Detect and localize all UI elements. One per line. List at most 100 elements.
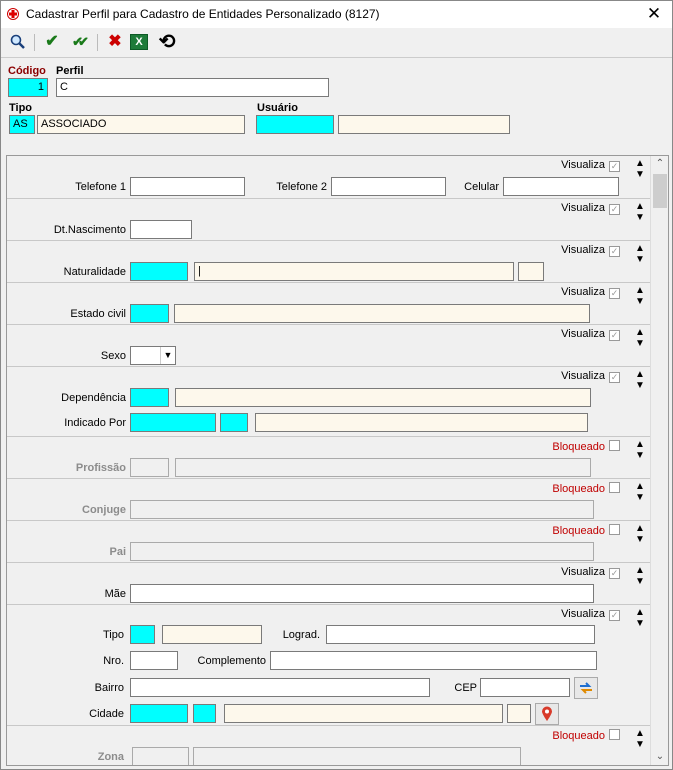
order-arrows[interactable]: ▲ ▼ <box>634 243 646 277</box>
naturalidade-code-field[interactable] <box>130 262 188 281</box>
naturalidade-desc-field[interactable]: | <box>194 262 514 281</box>
celular-field[interactable] <box>503 177 619 196</box>
cancel-icon[interactable]: ✖ <box>104 31 126 53</box>
arrow-down-icon[interactable]: ▼ <box>634 492 646 503</box>
order-arrows[interactable]: ▲ ▼ <box>634 565 646 599</box>
search-icon[interactable] <box>7 31 29 53</box>
bloqueado-toggle[interactable]: Bloqueado <box>552 482 620 495</box>
order-arrows[interactable]: ▲ ▼ <box>634 439 646 473</box>
bloqueado-toggle[interactable]: Bloqueado <box>552 729 620 742</box>
chevron-down-icon[interactable]: ▼ <box>160 347 175 364</box>
arrow-up-icon[interactable]: ▲ <box>634 523 646 534</box>
arrow-up-icon[interactable]: ▲ <box>634 439 646 450</box>
visualiza-checkbox[interactable]: ✓ <box>609 330 620 341</box>
arrow-down-icon[interactable]: ▼ <box>634 380 646 391</box>
confirm-all-icon[interactable]: ✔✔ <box>65 31 91 53</box>
order-arrows[interactable]: ▲ ▼ <box>634 523 646 557</box>
arrow-down-icon[interactable]: ▼ <box>634 338 646 349</box>
visualiza-toggle[interactable]: Visualiza ✓ <box>561 566 620 579</box>
usuario-code-field[interactable] <box>256 115 334 134</box>
arrow-down-icon[interactable]: ▼ <box>634 169 646 180</box>
bloqueado-checkbox[interactable] <box>609 440 620 451</box>
tipo-logradouro-code-field[interactable] <box>130 625 155 644</box>
order-arrows[interactable]: ▲ ▼ <box>634 369 646 403</box>
order-arrows[interactable]: ▲ ▼ <box>634 285 646 319</box>
visualiza-checkbox[interactable]: ✓ <box>609 204 620 215</box>
bairro-field[interactable] <box>130 678 430 697</box>
visualiza-toggle[interactable]: Visualiza ✓ <box>561 608 620 621</box>
visualiza-toggle[interactable]: Visualiza ✓ <box>561 202 620 215</box>
dt-nascimento-field[interactable] <box>130 220 192 239</box>
arrow-down-icon[interactable]: ▼ <box>634 739 646 750</box>
perfil-field[interactable]: C <box>56 78 329 97</box>
mae-field[interactable] <box>130 584 594 603</box>
sexo-select[interactable]: ▼ <box>130 346 176 365</box>
numero-field[interactable] <box>130 651 178 670</box>
order-arrows[interactable]: ▲ ▼ <box>634 158 646 192</box>
arrow-up-icon[interactable]: ▲ <box>634 369 646 380</box>
tipo-logradouro-label: Tipo <box>103 629 124 641</box>
arrow-up-icon[interactable]: ▲ <box>634 565 646 576</box>
visualiza-toggle[interactable]: Visualiza ✓ <box>561 244 620 257</box>
visualiza-checkbox[interactable]: ✓ <box>609 246 620 257</box>
visualiza-toggle[interactable]: Visualiza ✓ <box>561 159 620 172</box>
dependencia-code-field[interactable] <box>130 388 169 407</box>
visualiza-checkbox[interactable]: ✓ <box>609 610 620 621</box>
indicado-por-code-field[interactable] <box>130 413 216 432</box>
history-icon[interactable]: ⟲ <box>156 31 178 53</box>
visualiza-checkbox[interactable]: ✓ <box>609 288 620 299</box>
cep-field[interactable] <box>480 678 570 697</box>
scroll-up-icon[interactable]: ⌃ <box>651 156 668 172</box>
visualiza-checkbox[interactable]: ✓ <box>609 568 620 579</box>
scrollbar-thumb[interactable] <box>653 174 667 208</box>
visualiza-checkbox[interactable]: ✓ <box>609 372 620 383</box>
close-button[interactable]: ✕ <box>644 4 664 24</box>
logradouro-field[interactable] <box>326 625 595 644</box>
telefone2-field[interactable] <box>331 177 446 196</box>
scroll-down-icon[interactable]: ⌄ <box>651 749 668 765</box>
arrow-up-icon[interactable]: ▲ <box>634 481 646 492</box>
arrow-down-icon[interactable]: ▼ <box>634 212 646 223</box>
bloqueado-checkbox[interactable] <box>609 524 620 535</box>
conjuge-label: Conjuge <box>82 504 126 516</box>
arrow-down-icon[interactable]: ▼ <box>634 576 646 587</box>
bloqueado-checkbox[interactable] <box>609 482 620 493</box>
arrow-up-icon[interactable]: ▲ <box>634 728 646 739</box>
cidade-uf-code-field[interactable] <box>193 704 216 723</box>
arrow-up-icon[interactable]: ▲ <box>634 607 646 618</box>
arrow-down-icon[interactable]: ▼ <box>634 254 646 265</box>
order-arrows[interactable]: ▲ ▼ <box>634 327 646 361</box>
tipo-code-field[interactable]: AS <box>9 115 35 134</box>
cep-lookup-button[interactable] <box>574 677 598 699</box>
arrow-down-icon[interactable]: ▼ <box>634 534 646 545</box>
visualiza-checkbox[interactable]: ✓ <box>609 161 620 172</box>
confirm-icon[interactable]: ✔ <box>41 31 63 53</box>
estado-civil-code-field[interactable] <box>130 304 169 323</box>
cidade-code-field[interactable] <box>130 704 188 723</box>
arrow-down-icon[interactable]: ▼ <box>634 450 646 461</box>
arrow-up-icon[interactable]: ▲ <box>634 243 646 254</box>
visualiza-toggle[interactable]: Visualiza ✓ <box>561 328 620 341</box>
telefone1-field[interactable] <box>130 177 245 196</box>
bloqueado-checkbox[interactable] <box>609 729 620 740</box>
map-button[interactable] <box>535 703 559 725</box>
arrow-up-icon[interactable]: ▲ <box>634 285 646 296</box>
arrow-down-icon[interactable]: ▼ <box>634 296 646 307</box>
order-arrows[interactable]: ▲ ▼ <box>634 728 646 762</box>
visualiza-toggle[interactable]: Visualiza ✓ <box>561 370 620 383</box>
visualiza-toggle[interactable]: Visualiza ✓ <box>561 286 620 299</box>
vertical-scrollbar[interactable]: ⌃ ⌄ <box>650 156 668 765</box>
bloqueado-toggle[interactable]: Bloqueado <box>552 524 620 537</box>
order-arrows[interactable]: ▲ ▼ <box>634 481 646 515</box>
excel-icon[interactable]: X <box>130 34 148 50</box>
order-arrows[interactable]: ▲ ▼ <box>634 201 646 235</box>
arrow-up-icon[interactable]: ▲ <box>634 201 646 212</box>
arrow-up-icon[interactable]: ▲ <box>634 158 646 169</box>
indicado-por-type-field[interactable] <box>220 413 248 432</box>
codigo-field[interactable]: 1 <box>8 78 48 97</box>
arrow-up-icon[interactable]: ▲ <box>634 327 646 338</box>
bloqueado-toggle[interactable]: Bloqueado <box>552 440 620 453</box>
complemento-field[interactable] <box>270 651 597 670</box>
arrow-down-icon[interactable]: ▼ <box>634 618 646 629</box>
order-arrows[interactable]: ▲ ▼ <box>634 607 646 641</box>
